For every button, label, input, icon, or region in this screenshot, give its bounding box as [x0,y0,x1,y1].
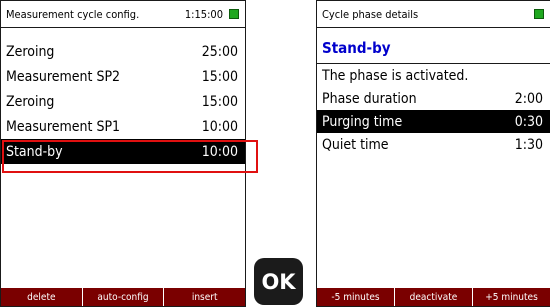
phase-duration: 25:00 [201,43,238,60]
title-bar: Measurement cycle config. 1:15:00 [1,1,245,28]
detail-label: Quiet time [322,136,389,153]
phase-detail-list: Phase duration 2:00 Purging time 0:30 Qu… [317,87,550,156]
list-item[interactable]: Zeroing 25:00 [1,39,245,64]
plus-5-minutes-softkey[interactable]: +5 minutes [472,288,550,306]
list-item[interactable]: Zeroing 15:00 [1,89,245,114]
cycle-phase-details-screen: Cycle phase details Stand-by The phase i… [316,0,550,307]
detail-label: Phase duration [322,90,417,107]
phase-heading: Stand-by [322,39,391,57]
phase-label: Zeroing [6,43,55,60]
phase-label: Measurement SP1 [6,118,121,135]
insert-softkey[interactable]: insert [163,288,245,306]
softkey-bar: -5 minutes deactivate +5 minutes [317,288,550,306]
phase-label: Stand-by [6,143,63,160]
ok-button[interactable]: OK [254,258,303,305]
cycle-total-time: 1:15:00 [184,7,223,21]
phase-label: Measurement SP2 [6,68,121,85]
phase-duration: 10:00 [201,143,238,160]
deactivate-softkey[interactable]: deactivate [394,288,472,306]
auto-config-softkey[interactable]: auto-config [81,288,164,306]
battery-icon [534,9,544,19]
phase-duration: 10:00 [201,118,238,135]
delete-softkey[interactable]: delete [1,288,82,306]
detail-label: Purging time [322,113,403,130]
phase-status: The phase is activated. [317,63,550,87]
list-item-selected[interactable]: Stand-by 10:00 [1,139,245,164]
battery-icon [229,9,239,19]
list-item[interactable]: Measurement SP2 15:00 [1,64,245,89]
phase-label: Zeroing [6,93,55,110]
minus-5-minutes-softkey[interactable]: -5 minutes [317,288,394,306]
cycle-phase-list: Zeroing 25:00 Measurement SP2 15:00 Zero… [1,39,245,164]
list-item-selected[interactable]: Purging time 0:30 [317,110,550,133]
phase-duration: 15:00 [201,68,238,85]
list-item[interactable]: Measurement SP1 10:00 [1,114,245,139]
phase-duration: 15:00 [201,93,238,110]
list-item[interactable]: Quiet time 1:30 [317,133,550,156]
detail-value: 0:30 [514,113,543,130]
screen-title: Cycle phase details [322,7,419,21]
cycle-config-screen: Measurement cycle config. 1:15:00 Zeroin… [0,0,246,307]
screen-title: Measurement cycle config. [6,7,140,21]
list-item[interactable]: Phase duration 2:00 [317,87,550,110]
title-bar: Cycle phase details [317,1,550,28]
softkey-bar: delete auto-config insert [1,288,245,306]
detail-value: 1:30 [514,136,543,153]
detail-value: 2:00 [514,90,543,107]
